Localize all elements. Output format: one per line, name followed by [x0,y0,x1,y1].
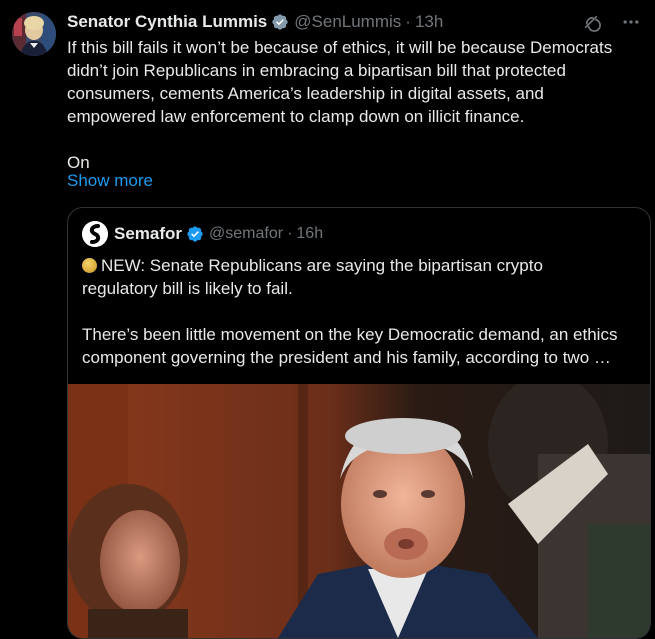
quoted-tweet-text: NEW: Senate Republicans are saying the b… [82,254,638,369]
author-handle[interactable]: @SenLummis [294,12,401,32]
quoted-text-content: NEW: Senate Republicans are saying the b… [82,256,618,367]
grok-icon[interactable] [579,10,603,34]
quoted-author-handle[interactable]: @semafor [209,225,283,243]
quoted-tweet[interactable]: Semafor @semafor · 16h NEW: Senate Repub… [67,207,651,639]
tweet-actions [579,10,643,34]
verified-badge-icon[interactable] [186,225,204,243]
verified-badge-icon[interactable] [271,13,289,31]
show-more-link[interactable]: Show more [67,171,153,191]
author-name[interactable]: Senator Cynthia Lummis [67,12,267,32]
quoted-tweet-photo[interactable] [68,384,650,638]
separator-dot: · [287,225,293,242]
author-avatar[interactable] [12,12,56,56]
tweet-header: Senator Cynthia Lummis @SenLummis · 13h [67,11,643,33]
tweet-timestamp[interactable]: 13h [415,12,443,32]
quoted-tweet-header: Semafor @semafor · 16h [82,221,323,247]
coin-emoji-icon [82,258,97,273]
tweet[interactable]: Senator Cynthia Lummis @SenLummis · 13h … [0,0,655,639]
separator-dot: · [405,12,411,31]
more-options-icon[interactable] [619,10,643,34]
quoted-timestamp[interactable]: 16h [296,225,323,243]
quoted-author-name[interactable]: Semafor [114,224,182,244]
tweet-text: If this bill fails it won’t be because o… [67,38,613,172]
semafor-logo-icon[interactable] [82,221,108,247]
